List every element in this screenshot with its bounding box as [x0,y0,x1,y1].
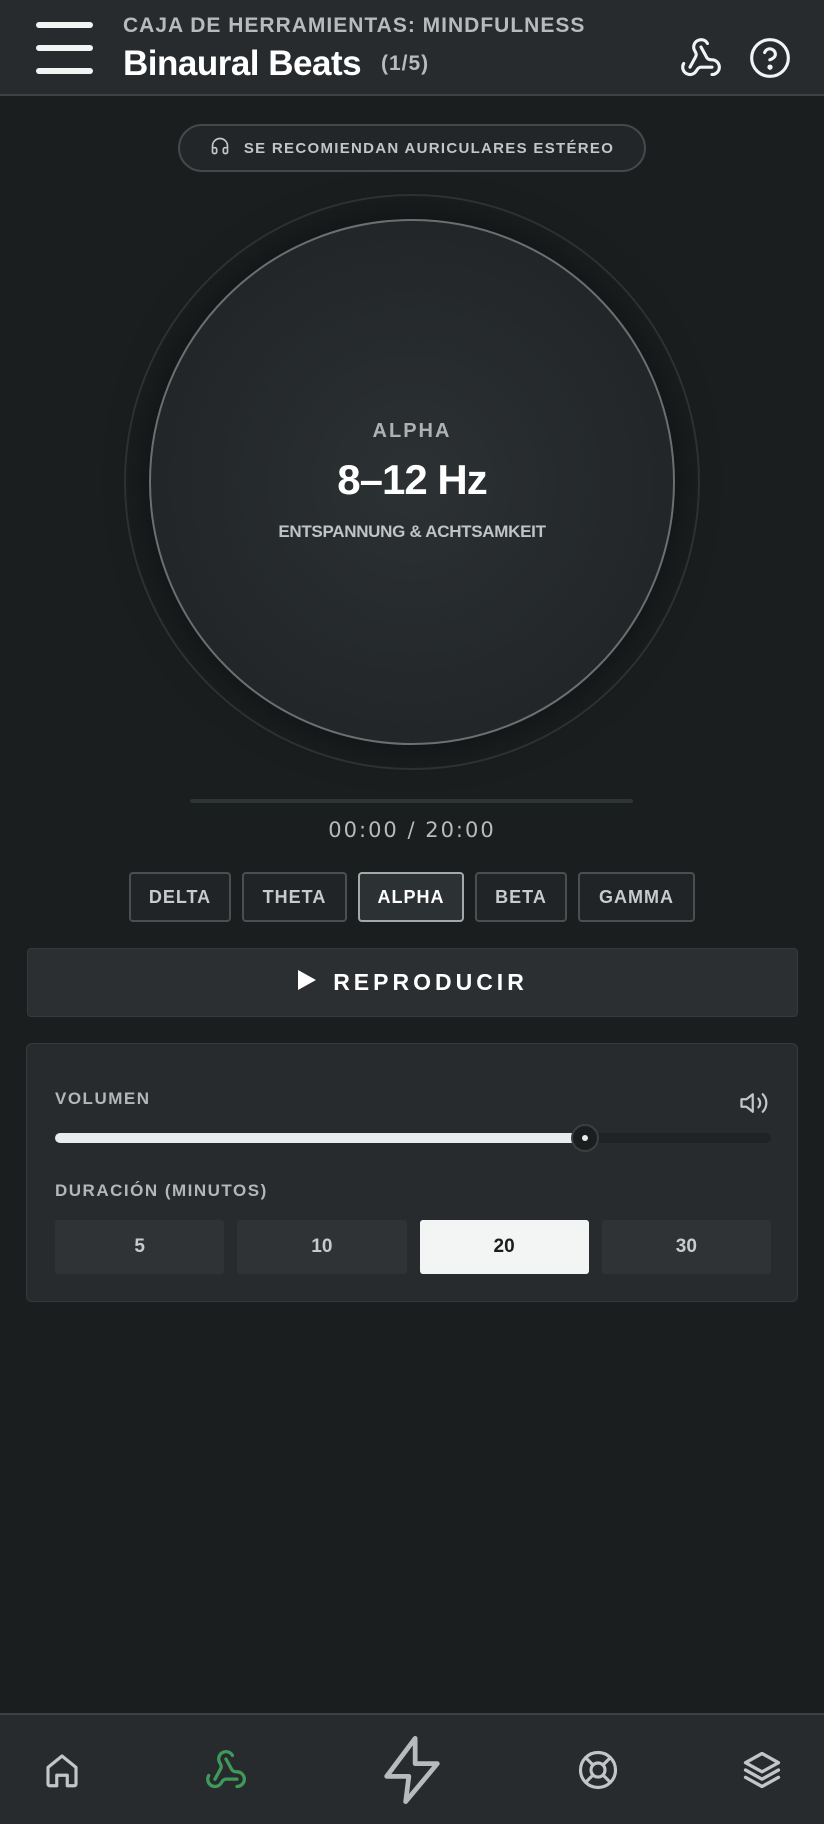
duration-label: DURACIÓN (MINUTOS) [55,1181,268,1200]
nav-home-icon[interactable] [22,1715,102,1824]
nav-layers-icon[interactable] [722,1715,802,1824]
band-button-gamma[interactable]: GAMMA [578,872,695,922]
band-button-delta[interactable]: DELTA [129,872,231,922]
volume-slider-fill [55,1133,585,1143]
app-header: CAJA DE HERRAMIENTAS: MINDFULNESS Binaur… [0,0,824,96]
webhook-icon[interactable] [679,36,723,80]
current-band-description: ENTSPANNUNG & ACHTSAMKEIT [278,522,546,541]
duration-button-10[interactable]: 10 [237,1220,407,1274]
headphones-notice: SE RECOMIENDAN AURICULARES ESTÉREO [178,124,646,172]
headphones-icon [210,136,230,161]
duration-selector: 5 10 20 30 [55,1220,771,1274]
volume-icon[interactable] [739,1088,769,1118]
current-band-frequency: 8–12 Hz [337,456,487,503]
current-band-name: ALPHA [372,420,452,442]
band-selector: DELTA THETA ALPHA BETA GAMMA [129,872,695,922]
duration-button-30[interactable]: 30 [601,1220,771,1274]
step-counter: (1/5) [381,52,430,75]
play-icon [297,969,317,996]
playback-progress-bar[interactable] [190,799,633,803]
volume-label: VOLUMEN [55,1089,151,1108]
menu-icon[interactable] [36,22,93,74]
duration-button-20[interactable]: 20 [419,1220,589,1274]
band-button-beta[interactable]: BETA [475,872,567,922]
help-circle-icon[interactable] [748,36,792,80]
bottom-navigation [0,1713,824,1824]
page-title: Binaural Beats [123,44,362,83]
duration-button-5[interactable]: 5 [55,1220,225,1274]
nav-lifebuoy-icon[interactable] [558,1715,638,1824]
toolbox-subtitle: CAJA DE HERRAMIENTAS: MINDFULNESS [123,14,586,37]
volume-slider-thumb[interactable] [570,1124,599,1152]
band-button-alpha[interactable]: ALPHA [358,872,464,922]
band-button-theta[interactable]: THETA [242,872,347,922]
volume-slider[interactable] [55,1124,771,1152]
settings-card: VOLUMEN DURACIÓN (MINUTOS) 5 10 20 30 [26,1043,798,1302]
nav-webhook-icon[interactable] [186,1715,266,1824]
playback-time: 00:00 / 20:00 [328,818,496,842]
headphones-notice-text: SE RECOMIENDAN AURICULARES ESTÉREO [243,139,615,157]
nav-zap-icon[interactable] [362,1715,462,1824]
play-button-label: REPRODUCIR [333,969,528,995]
play-button[interactable]: REPRODUCIR [27,948,798,1017]
